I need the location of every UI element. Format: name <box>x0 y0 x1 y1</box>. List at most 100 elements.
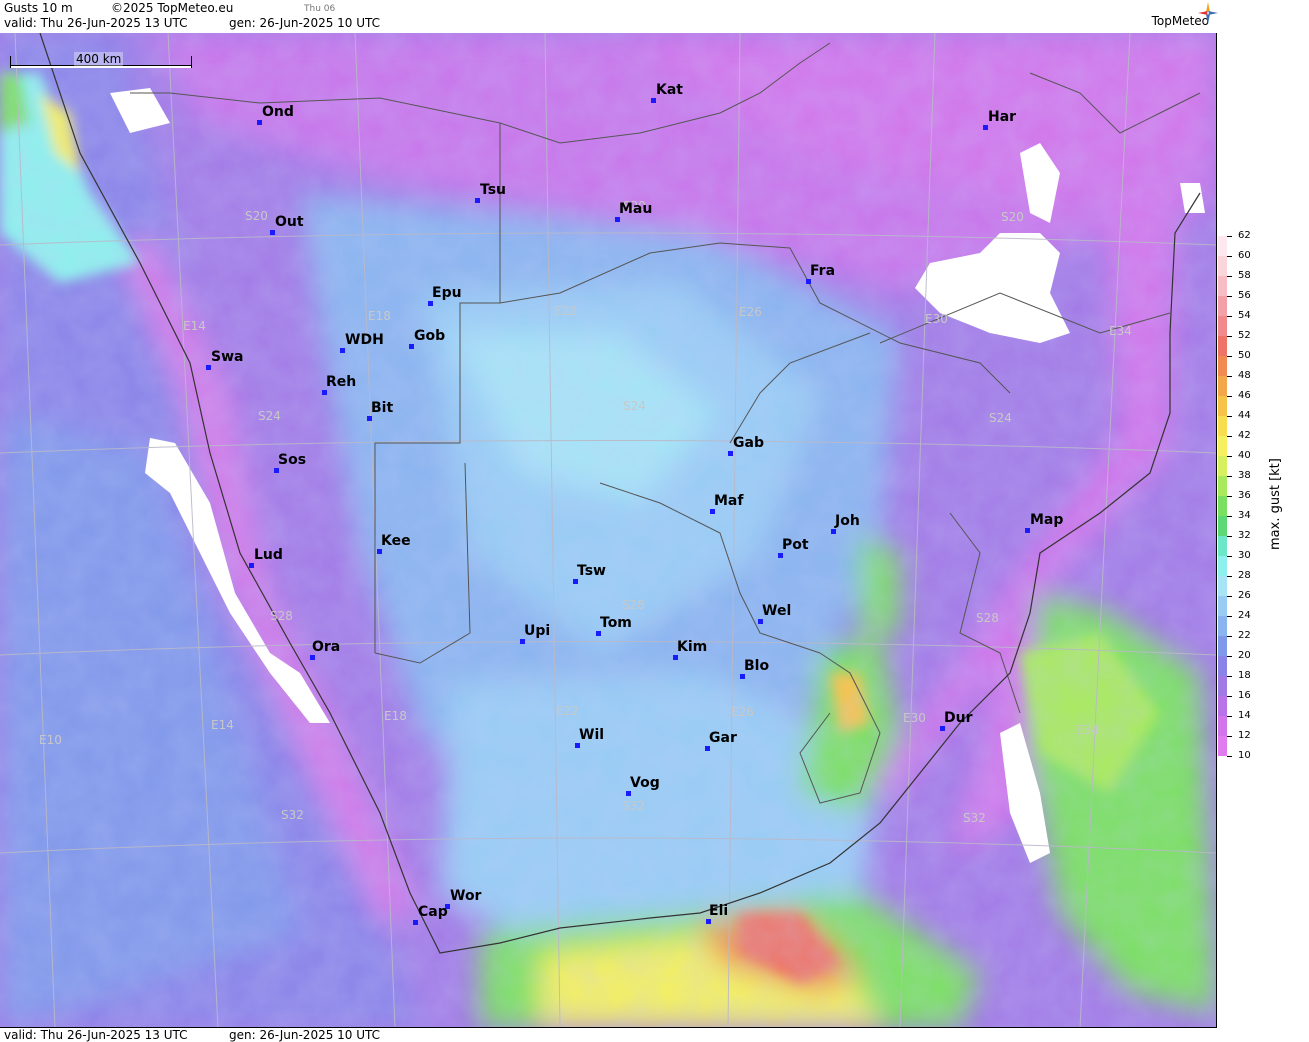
city-marker[interactable]: Reh <box>322 374 356 395</box>
legend-tick-label: 12 <box>1238 730 1251 741</box>
grid-label: S32 <box>281 808 304 822</box>
legend-tick-mark <box>1227 596 1232 597</box>
legend-tick-label: 20 <box>1238 650 1251 661</box>
city-marker[interactable]: Kat <box>651 82 683 103</box>
legend-tick-mark <box>1227 736 1232 737</box>
legend-tick-label: 32 <box>1238 530 1251 541</box>
legend-tick-label: 28 <box>1238 570 1251 581</box>
grid-label: S24 <box>989 411 1012 425</box>
city-marker[interactable]: Ond <box>257 104 294 125</box>
legend-tick-label: 46 <box>1238 390 1251 401</box>
grid-label: E34 <box>1076 723 1099 737</box>
city-marker[interactable]: Kee <box>377 533 411 554</box>
city-marker[interactable]: Tsw <box>573 563 606 584</box>
legend-color-cell <box>1218 256 1227 276</box>
legend-color-cell <box>1218 436 1227 456</box>
legend-tick-mark <box>1227 476 1232 477</box>
city-marker[interactable]: Swa <box>206 349 243 370</box>
city-marker[interactable]: Fra <box>806 263 835 284</box>
city-marker[interactable]: Dur <box>940 710 973 731</box>
legend-tick-mark <box>1227 636 1232 637</box>
city-marker[interactable]: Upi <box>520 623 550 644</box>
legend-tick-mark <box>1227 576 1232 577</box>
city-marker[interactable]: Tom <box>596 615 632 636</box>
city-marker[interactable]: Epu <box>428 285 462 306</box>
grid-label: S32 <box>963 811 986 825</box>
gen-time: gen: 26-Jun-2025 10 UTC <box>229 16 381 30</box>
city-marker[interactable]: Vog <box>626 775 660 796</box>
city-marker[interactable]: Joh <box>831 513 860 534</box>
legend-tick-label: 62 <box>1238 230 1251 241</box>
legend-tick-label: 56 <box>1238 290 1251 301</box>
legend-tick-mark <box>1227 256 1232 257</box>
legend-color-cell <box>1218 236 1227 256</box>
legend-tick-mark <box>1227 656 1232 657</box>
legend-tick-label: 14 <box>1238 710 1251 721</box>
city-marker[interactable]: Eli <box>706 903 728 924</box>
legend-color-cell <box>1218 336 1227 356</box>
legend-tick-mark <box>1227 336 1232 337</box>
scale-label: 400 km <box>74 52 124 66</box>
city-marker[interactable]: Gar <box>705 730 737 751</box>
city-marker[interactable]: Kim <box>673 639 707 660</box>
grid-label: S20 <box>245 209 268 223</box>
city-marker[interactable]: Cap <box>413 904 448 925</box>
city-marker[interactable]: Bit <box>367 400 393 421</box>
gust-map[interactable]: 400 km S20 S20 S20 E14 E18 E22 E26 E30 E… <box>0 33 1217 1028</box>
legend-tick-mark <box>1227 556 1232 557</box>
city-marker[interactable]: Ora <box>310 639 340 660</box>
city-marker[interactable]: Maf <box>710 493 743 514</box>
city-marker[interactable]: Wel <box>758 603 791 624</box>
city-marker[interactable]: Map <box>1025 512 1063 533</box>
city-marker[interactable]: Lud <box>249 547 283 568</box>
city-marker[interactable]: Wil <box>575 727 604 748</box>
legend-tick-label: 50 <box>1238 350 1251 361</box>
city-marker[interactable]: Gab <box>728 435 764 456</box>
city-marker[interactable]: Sos <box>274 452 306 473</box>
city-marker[interactable]: Blo <box>740 658 769 679</box>
legend-color-cell <box>1218 276 1227 296</box>
grid-label: E30 <box>925 312 948 326</box>
legend-color-cell <box>1218 576 1227 596</box>
legend-color-cell <box>1218 396 1227 416</box>
legend-tick-label: 30 <box>1238 550 1251 561</box>
copyright: ©2025 TopMeteo.eu <box>111 1 234 15</box>
grid-label: S28 <box>622 598 645 612</box>
city-marker[interactable]: WDH <box>340 332 384 353</box>
legend-tick-label: 44 <box>1238 410 1251 421</box>
legend-color-cell <box>1218 456 1227 476</box>
grid-label: E22 <box>556 704 579 718</box>
legend-tick-mark <box>1227 316 1232 317</box>
legend-tick-mark <box>1227 236 1232 237</box>
city-marker[interactable]: Gob <box>409 328 445 349</box>
grid-label: S20 <box>1001 210 1024 224</box>
legend-tick-mark <box>1227 696 1232 697</box>
legend-color-cell <box>1218 296 1227 316</box>
valid-time: valid: Thu 26-Jun-2025 13 UTC <box>4 16 188 30</box>
legend-tick-label: 24 <box>1238 610 1251 621</box>
legend-tick-mark <box>1227 376 1232 377</box>
legend-tick-mark <box>1227 436 1232 437</box>
city-marker[interactable]: Har <box>983 109 1016 130</box>
compass-icon <box>1198 2 1218 24</box>
grid-label: E34 <box>1109 324 1132 338</box>
legend-tick-mark <box>1227 516 1232 517</box>
product-title: Gusts 10 m <box>4 1 73 15</box>
legend-color-cell <box>1218 536 1227 556</box>
legend-color-cell <box>1218 556 1227 576</box>
legend-tick-label: 40 <box>1238 450 1251 461</box>
city-marker[interactable]: Pot <box>778 537 809 558</box>
city-marker[interactable]: Mau <box>615 201 652 222</box>
day-tag: Thu 06 <box>304 4 336 14</box>
city-marker[interactable]: Wor <box>445 888 481 909</box>
legend-tick-label: 52 <box>1238 330 1251 341</box>
legend-tick-label: 26 <box>1238 590 1251 601</box>
grid-label: S28 <box>976 611 999 625</box>
legend-tick-label: 18 <box>1238 670 1251 681</box>
legend-tick-mark <box>1227 276 1232 277</box>
city-marker[interactable]: Tsu <box>475 182 506 203</box>
grid-label: E26 <box>731 705 754 719</box>
footer: valid: Thu 26-Jun-2025 13 UTC gen: 26-Ju… <box>0 1028 1309 1042</box>
city-marker[interactable]: Out <box>270 214 304 235</box>
legend-title: max. gust [kt] <box>1268 458 1283 550</box>
